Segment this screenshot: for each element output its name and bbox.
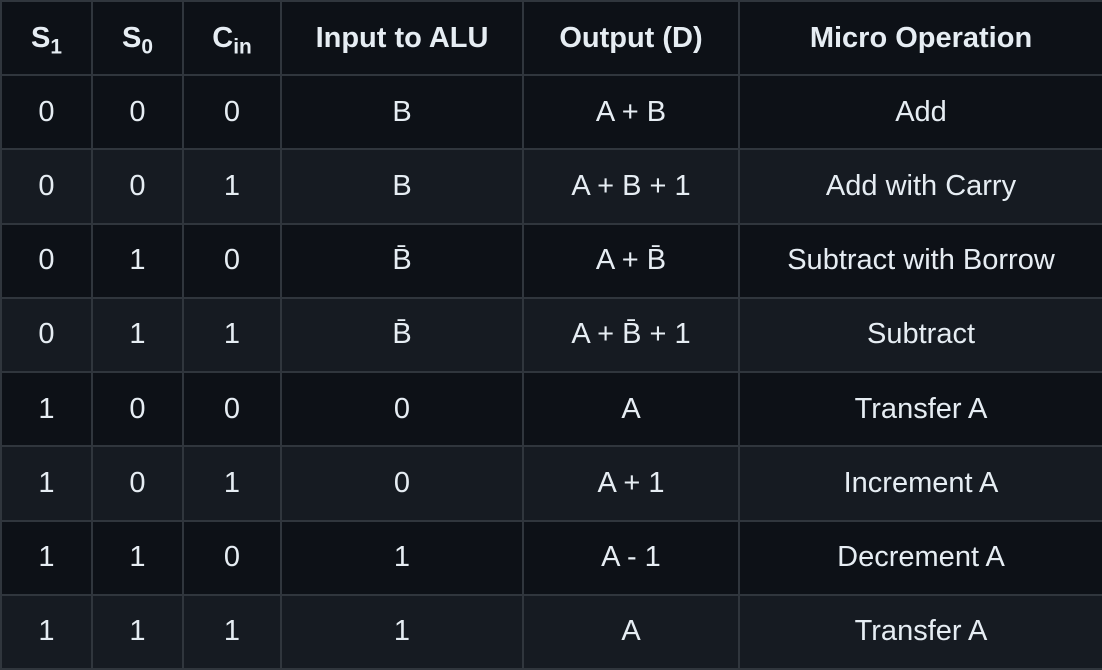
header-s0: S0: [91, 0, 184, 76]
cell-cin: 0: [182, 222, 282, 299]
alu-function-table: S1 S0 Cin Input to ALU Output (D) Micro …: [0, 0, 1102, 670]
cell-input-to-alu: 1: [280, 519, 524, 596]
cell-input-to-alu: 0: [280, 445, 524, 522]
table-row: 001BA + B + 1 Add with Carry: [0, 148, 1102, 225]
header-input-to-alu: Input to ALU: [280, 0, 524, 76]
cell-s1: 1: [0, 519, 93, 596]
cell-s0: 0: [91, 445, 184, 522]
cell-cin: 0: [182, 73, 282, 151]
header-cin: Cin: [182, 0, 282, 76]
cell-s1: 0: [0, 296, 93, 374]
cell-output: A + 1: [522, 445, 740, 522]
cell-s1: 0: [0, 222, 93, 299]
cell-s0: 1: [91, 593, 184, 670]
cell-cin: 1: [182, 593, 282, 670]
cell-micro-operation: Transfer A: [738, 370, 1102, 448]
cell-micro-operation: Add: [738, 73, 1102, 151]
cell-output: A - 1: [522, 519, 740, 596]
table-row: 1101A - 1 Decrement A: [0, 519, 1102, 596]
cell-cin: 1: [182, 148, 282, 225]
cell-micro-operation: Add with Carry: [738, 148, 1102, 225]
cell-s0: 0: [91, 370, 184, 448]
cell-input-to-alu: B̄: [280, 296, 524, 374]
cell-input-to-alu: B: [280, 148, 524, 225]
cell-input-to-alu: 1: [280, 593, 524, 670]
cell-input-to-alu: 0: [280, 370, 524, 448]
table-row: 1 0 0 0 A Transfer A: [0, 370, 1102, 448]
cell-output: A + B + 1: [522, 148, 740, 225]
cell-micro-operation: Subtract with Borrow: [738, 222, 1102, 299]
cell-s1: 1: [0, 593, 93, 670]
table-header: S1 S0 Cin Input to ALU Output (D) Micro …: [0, 0, 1102, 76]
cell-s1: 1: [0, 445, 93, 522]
cell-s0: 0: [91, 148, 184, 225]
cell-output: A + B̄ + 1: [522, 296, 740, 374]
cell-micro-operation: Transfer A: [738, 593, 1102, 670]
cell-input-to-alu: B: [280, 73, 524, 151]
cell-cin: 1: [182, 296, 282, 374]
header-micro-operation: Micro Operation: [738, 0, 1102, 76]
cell-cin: 0: [182, 370, 282, 448]
cell-s0: 1: [91, 222, 184, 299]
cell-output: A: [522, 370, 740, 448]
cell-micro-operation: Increment A: [738, 445, 1102, 522]
cell-output: A + B̄: [522, 222, 740, 299]
cell-s1: 0: [0, 73, 93, 151]
cell-s0: 0: [91, 73, 184, 151]
header-row: S1 S0 Cin Input to ALU Output (D) Micro …: [0, 0, 1102, 76]
cell-output: A: [522, 593, 740, 670]
cell-output: A + B: [522, 73, 740, 151]
cell-s0: 1: [91, 296, 184, 374]
cell-s1: 1: [0, 370, 93, 448]
cell-input-to-alu: B̄: [280, 222, 524, 299]
table-row: 1 1 1 1 A Transfer A: [0, 593, 1102, 670]
header-s1: S1: [0, 0, 93, 76]
table-row: 000BA + B Add: [0, 73, 1102, 151]
cell-micro-operation: Decrement A: [738, 519, 1102, 596]
table-row: 0 1 0 B̄ A + B̄ Subtract with Borrow: [0, 222, 1102, 299]
cell-cin: 0: [182, 519, 282, 596]
cell-s1: 0: [0, 148, 93, 225]
cell-cin: 1: [182, 445, 282, 522]
header-output: Output (D): [522, 0, 740, 76]
table-row: 1010A + 1 Increment A: [0, 445, 1102, 522]
table-row: 0 1 1 B̄ A + B̄ + 1 Subtract: [0, 296, 1102, 374]
cell-micro-operation: Subtract: [738, 296, 1102, 374]
cell-s0: 1: [91, 519, 184, 596]
table-body: 000BA + B Add 0 0 1 B A + B + 1 Add with Carry 0…: [0, 73, 1102, 670]
